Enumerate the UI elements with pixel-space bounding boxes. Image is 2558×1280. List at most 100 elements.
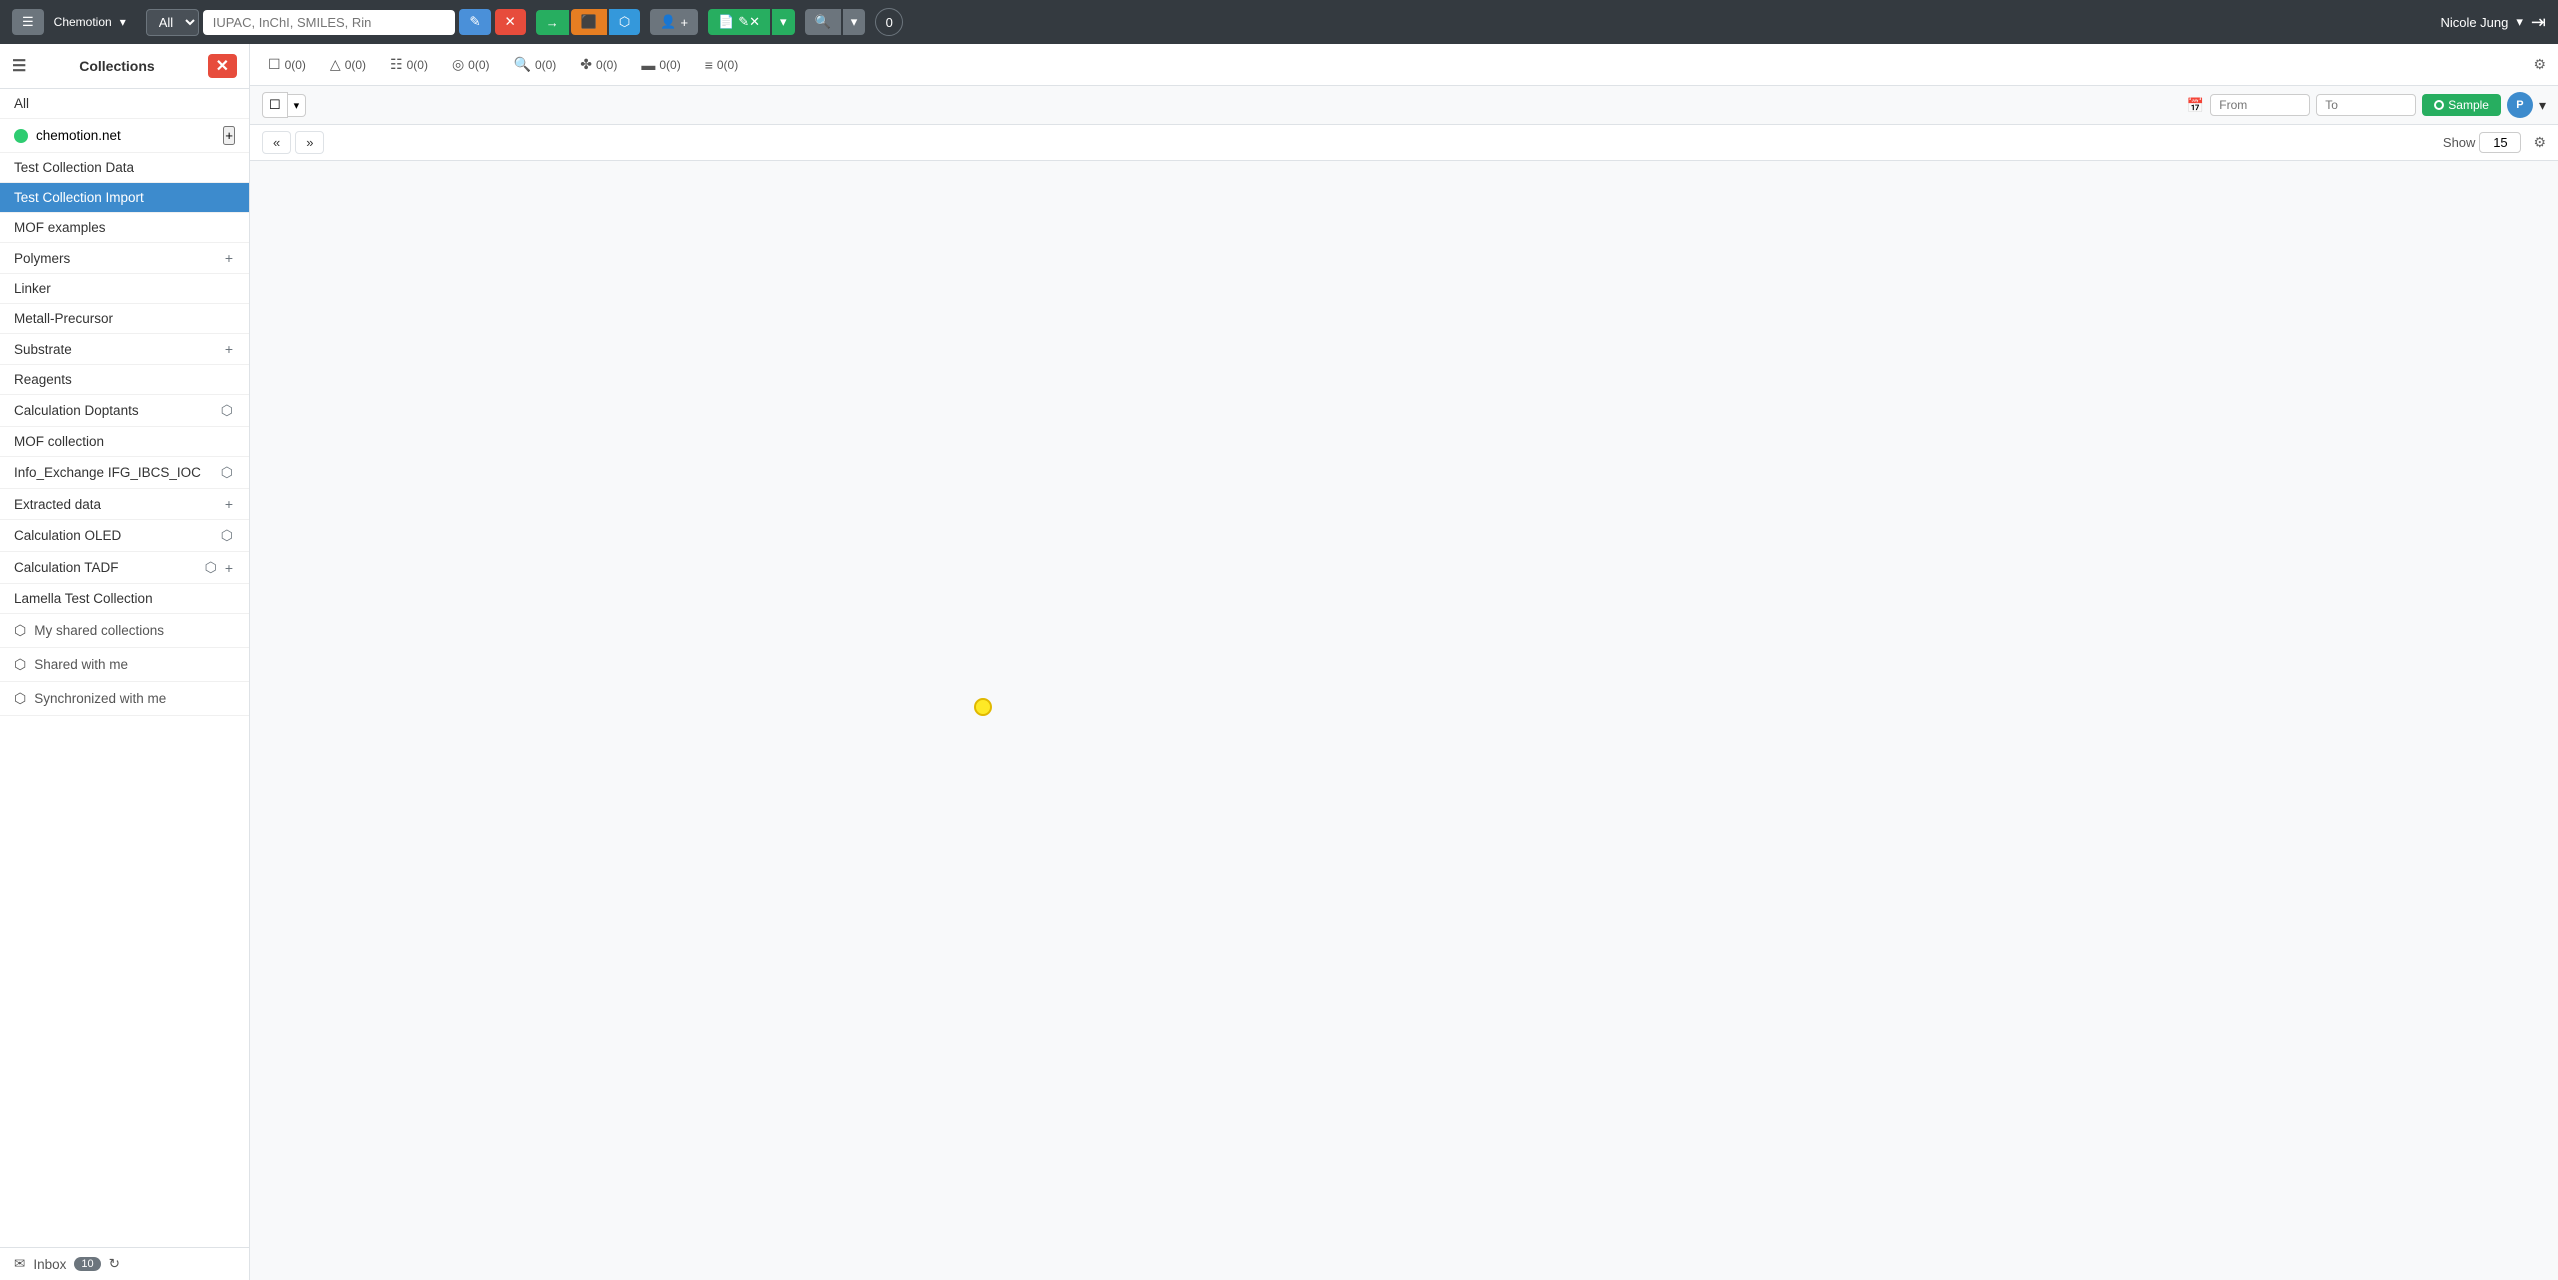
select-dropdown-button[interactable]: ▾ [288, 94, 307, 117]
sidebar-item-lamella-test[interactable]: Lamella Test Collection [0, 584, 249, 614]
sidebar-item-mof-collection[interactable]: MOF collection [0, 427, 249, 457]
search-input[interactable] [203, 10, 456, 35]
sidebar-item-substrate[interactable]: Substrate + [0, 334, 249, 365]
badge-button[interactable]: 0 [875, 8, 903, 36]
search-dropdown-button[interactable]: ▾ [843, 9, 866, 35]
extracted-add-button[interactable]: + [223, 496, 235, 512]
brand[interactable]: Chemotion ▾ [54, 15, 126, 29]
tab-generic1[interactable]: ✤ 0(0) [574, 52, 623, 77]
tab-settings-icon[interactable]: ⚙ [2533, 56, 2546, 73]
content-empty [250, 161, 2558, 1280]
share-icon: ⬡ [14, 656, 26, 673]
inbox-label: Inbox [33, 1257, 66, 1272]
doc-dropdown-button[interactable]: ▾ [772, 9, 795, 35]
pagination-settings-icon[interactable]: ⚙ [2533, 134, 2546, 151]
sidebar-item-chemotion[interactable]: chemotion.net + [0, 119, 249, 153]
sidebar-shared-with-me[interactable]: ⬡ Shared with me [0, 648, 249, 682]
sidebar-toggle-icon[interactable]: ☰ [12, 56, 26, 76]
sidebar-item-all[interactable]: All [0, 89, 249, 119]
sidebar-item-metall-precursor[interactable]: Metall-Precursor [0, 304, 249, 334]
reactions-count: 0(0) [345, 58, 366, 72]
item-label: MOF collection [14, 434, 235, 449]
item-actions: + [223, 496, 235, 512]
sidebar-item-linker[interactable]: Linker [0, 274, 249, 304]
sidebar-item-calculation-doptants[interactable]: Calculation Doptants ⬡ [0, 395, 249, 427]
polymers-add-button[interactable]: + [223, 250, 235, 266]
sidebar-synchronized-with-me[interactable]: ⬡ Synchronized with me [0, 682, 249, 716]
from-date-input[interactable] [2210, 94, 2310, 116]
generic1-icon: ✤ [580, 56, 592, 73]
sidebar-item-reagents[interactable]: Reagents [0, 365, 249, 395]
expand-button[interactable]: ▾ [2539, 97, 2546, 114]
user-button[interactable]: 👤 + [650, 9, 698, 35]
sidebar-inbox[interactable]: ✉ Inbox 10 ↻ [0, 1247, 249, 1280]
item-actions: ⬡ + [203, 559, 235, 576]
edit-button[interactable]: ✎ [459, 9, 490, 35]
create-button[interactable]: → [536, 10, 569, 35]
generic3-icon: ≡ [705, 57, 713, 73]
user-name[interactable]: Nicole Jung [2440, 15, 2508, 30]
prev-page-button[interactable]: « [262, 131, 291, 154]
doc-action-group: 📄 ✎✕ ▾ [708, 9, 795, 35]
sidebar-item-test-collection-data[interactable]: Test Collection Data [0, 153, 249, 183]
share-icon: ⬡ [14, 690, 26, 707]
chemotion-add-button[interactable]: + [223, 126, 235, 145]
collections-delete-button[interactable]: ✕ [208, 54, 237, 78]
doc-button[interactable]: 📄 ✎✕ [708, 9, 770, 35]
sample-dot [2434, 100, 2444, 110]
hamburger-button[interactable]: ☰ [12, 9, 44, 35]
navbar-right: Nicole Jung ▾ ⇥ [2440, 12, 2546, 33]
item-label: Calculation Doptants [14, 403, 219, 418]
logout-button[interactable]: ⇥ [2531, 12, 2546, 33]
sample-button[interactable]: Sample [2422, 94, 2501, 116]
item-label: Lamella Test Collection [14, 591, 235, 606]
sidebar-my-shared-collections[interactable]: ⬡ My shared collections [0, 614, 249, 648]
generic3-count: 0(0) [717, 58, 738, 72]
sidebar-item-calculation-tadf[interactable]: Calculation TADF ⬡ + [0, 552, 249, 584]
create-action-group: → ⬛ ⬡ [536, 9, 641, 35]
generic2-icon: ▬ [641, 57, 655, 73]
orange-button[interactable]: ⬛ [571, 9, 607, 35]
sample-label: Sample [2448, 98, 2489, 112]
calc-doptants-share-button[interactable]: ⬡ [219, 402, 235, 419]
sidebar-item-mof-examples[interactable]: MOF examples [0, 213, 249, 243]
calc-tadf-share-button[interactable]: ⬡ [203, 559, 219, 576]
item-label: Linker [14, 281, 235, 296]
delete-button[interactable]: ✕ [495, 9, 526, 35]
pagination-row: « » Show ⚙ [250, 125, 2558, 161]
avatar-button[interactable]: P [2507, 92, 2533, 118]
search-button[interactable]: 🔍 [805, 9, 841, 35]
shared-with-me-label: Shared with me [34, 657, 128, 672]
share-button[interactable]: ⬡ [609, 9, 640, 35]
search-type-dropdown[interactable]: All [146, 9, 199, 36]
calc-oled-share-button[interactable]: ⬡ [219, 527, 235, 544]
show-count-input[interactable] [2479, 132, 2521, 153]
sidebar-item-info-exchange[interactable]: Info_Exchange IFG_IBCS_IOC ⬡ [0, 457, 249, 489]
tab-reactions[interactable]: △ 0(0) [324, 52, 372, 77]
tab-wellplates[interactable]: ☷ 0(0) [384, 52, 434, 77]
chemotion-status-dot [14, 129, 28, 143]
select-all-checkbox[interactable]: ☐ [262, 92, 288, 118]
item-actions: ⬡ [219, 527, 235, 544]
search-group: All ✎ ✕ [146, 9, 526, 36]
badge-count: 0 [886, 15, 893, 30]
item-actions: ⬡ [219, 402, 235, 419]
tab-screens[interactable]: ◎ 0(0) [446, 52, 496, 77]
info-exchange-share-button[interactable]: ⬡ [219, 464, 235, 481]
tab-samples[interactable]: ☐ 0(0) [262, 52, 312, 77]
to-date-input[interactable] [2316, 94, 2416, 116]
substrate-add-button[interactable]: + [223, 341, 235, 357]
item-label: Reagents [14, 372, 235, 387]
sidebar-item-polymers[interactable]: Polymers + [0, 243, 249, 274]
tab-generic2[interactable]: ▬ 0(0) [635, 53, 686, 77]
sidebar-item-test-collection-import[interactable]: Test Collection Import [0, 183, 249, 213]
show-label: Show [2443, 135, 2476, 150]
sidebar-item-calculation-oled[interactable]: Calculation OLED ⬡ [0, 520, 249, 552]
chemotion-label: chemotion.net [28, 128, 223, 143]
inbox-refresh-icon[interactable]: ↻ [109, 1256, 120, 1272]
calc-tadf-add-button[interactable]: + [223, 560, 235, 576]
tab-research-plans[interactable]: 🔍 0(0) [508, 52, 563, 77]
sidebar-item-extracted-data[interactable]: Extracted data + [0, 489, 249, 520]
next-page-button[interactable]: » [295, 131, 324, 154]
tab-generic3[interactable]: ≡ 0(0) [699, 53, 745, 77]
